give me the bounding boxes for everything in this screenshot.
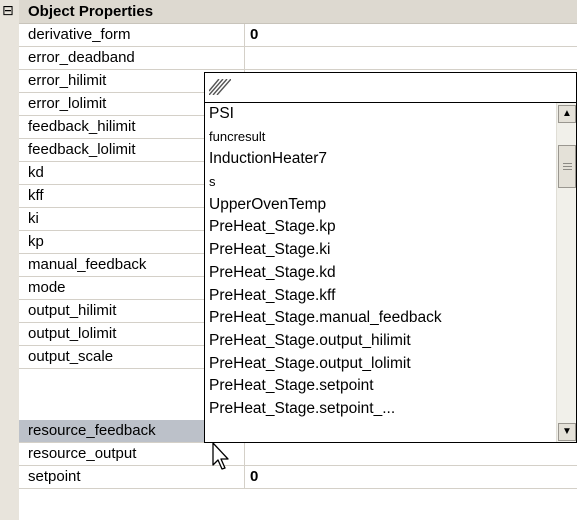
dropdown-filter[interactable] — [205, 73, 576, 103]
property-value[interactable] — [245, 47, 577, 69]
property-value[interactable]: 0 — [245, 466, 577, 488]
list-item[interactable]: PreHeat_Stage.kd — [205, 262, 557, 285]
property-row-error-deadband[interactable]: error_deadband — [19, 47, 577, 70]
list-item[interactable]: PreHeat_Stage.ki — [205, 239, 557, 262]
collapse-icon[interactable]: ⊟ — [2, 3, 14, 19]
hatch-icon — [209, 79, 231, 95]
property-name: error_deadband — [19, 47, 245, 69]
category-header[interactable]: Object Properties — [19, 0, 577, 24]
scrollbar-thumb[interactable] — [558, 145, 576, 188]
property-name: derivative_form — [19, 24, 245, 46]
list-item[interactable]: InductionHeater7 — [205, 148, 557, 171]
list-item[interactable]: s — [205, 171, 557, 194]
gutter: ⊟ — [0, 0, 19, 520]
list-item[interactable]: PreHeat_Stage.setpoint_... — [205, 398, 557, 421]
dropdown-list[interactable]: PSI funcresult InductionHeater7 s UpperO… — [205, 103, 557, 442]
list-item[interactable]: PSI — [205, 103, 557, 126]
list-item[interactable]: PreHeat_Stage.setpoint — [205, 375, 557, 398]
mouse-pointer-icon — [212, 442, 229, 470]
list-item[interactable]: PreHeat_Stage.output_lolimit — [205, 353, 557, 376]
property-value[interactable]: 0 — [245, 24, 577, 46]
list-item[interactable]: funcresult — [205, 126, 557, 149]
triangle-down-icon[interactable]: ▼ — [558, 423, 576, 441]
property-value[interactable] — [245, 443, 577, 465]
list-item[interactable]: UpperOvenTemp — [205, 194, 557, 217]
list-item[interactable]: PreHeat_Stage.kp — [205, 216, 557, 239]
dropdown-popup[interactable]: PSI funcresult InductionHeater7 s UpperO… — [204, 72, 577, 443]
list-item[interactable]: PreHeat_Stage.kff — [205, 285, 557, 308]
triangle-up-icon[interactable]: ▲ — [558, 105, 576, 123]
vertical-scrollbar[interactable]: ▲ ▼ — [556, 103, 576, 442]
list-item[interactable]: PreHeat_Stage.manual_feedback — [205, 307, 557, 330]
property-row-setpoint[interactable]: setpoint 0 — [19, 466, 577, 489]
list-item[interactable]: PreHeat_Stage.output_hilimit — [205, 330, 557, 353]
property-row-derivative-form[interactable]: derivative_form 0 — [19, 24, 577, 47]
property-row-resource-output[interactable]: resource_output — [19, 443, 577, 466]
